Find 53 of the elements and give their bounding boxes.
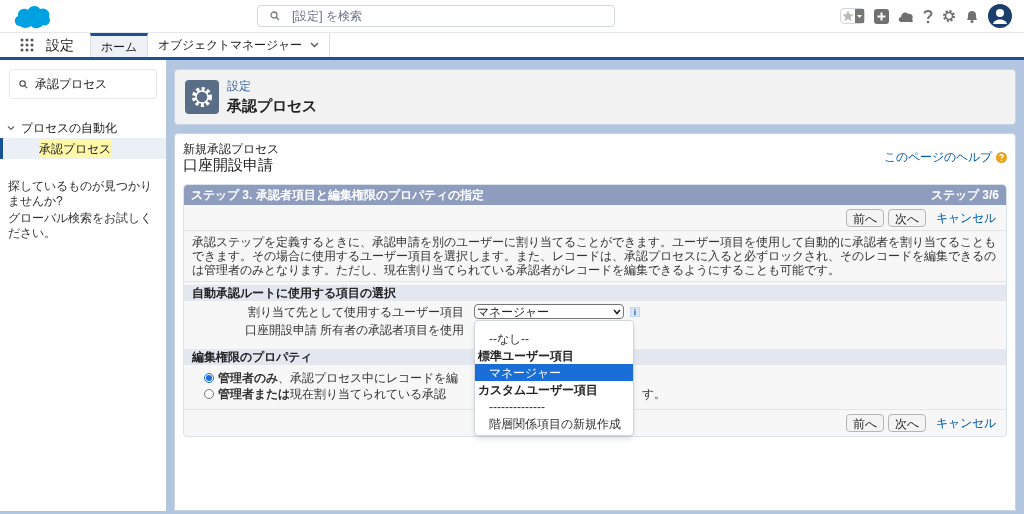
option-label: 口座開設申請 所有者の承認者項目を使用 [243, 321, 465, 339]
cancel-link[interactable]: キャンセル [936, 208, 996, 227]
dropdown-option[interactable]: 階層関係項目の新規作成 [475, 415, 633, 432]
record-title: 口座開設申請 [183, 156, 274, 174]
tree-item[interactable]: 承認プロセス [39, 139, 111, 158]
user-field-select[interactable]: マネージャー [474, 304, 624, 319]
radio-label: す。 [642, 385, 666, 403]
help-text: 探しているものが見つかりませんか? [8, 179, 153, 209]
cancel-link[interactable]: キャンセル [936, 414, 996, 432]
quick-find-field[interactable]: 承認プロセス [9, 69, 157, 99]
nav-button[interactable]: 次へ [888, 414, 926, 432]
nav-button[interactable]: 前へ [846, 208, 884, 227]
option-group-label: カスタムユーザー項目 [477, 381, 599, 398]
radio-label: 管理者のみ、承認プロセス中にレコードを編 [218, 369, 459, 387]
subtitle: 新規承認プロセス [183, 142, 279, 156]
step-title: ステップ 3. 承認者項目と編集権限のプロパティの指定 [191, 187, 484, 204]
star-icon [841, 9, 855, 23]
page-title: 承認プロセス [227, 95, 317, 116]
info-icon[interactable] [630, 306, 640, 317]
app-launcher-icon[interactable] [20, 38, 34, 52]
settings-icon[interactable] [942, 9, 956, 23]
radio-label: 管理者または現在割り当てられている承認 [218, 385, 447, 403]
search-field[interactable]: [設定] を検索 [257, 5, 615, 27]
radio-button[interactable] [204, 388, 214, 399]
help-icon [996, 151, 1007, 163]
dropdown-option[interactable]: --なし-- [475, 330, 633, 347]
nav-tab[interactable]: オブジェクトマネージャー [148, 33, 330, 57]
chevron-icon[interactable] [310, 42, 319, 48]
chevron-icon [613, 308, 621, 315]
gear-icon [185, 80, 219, 114]
app-name: 設定 [46, 35, 74, 55]
section-header: 自動承認ルートに使用する項目の選択 [184, 285, 1006, 301]
caret-icon [855, 9, 864, 23]
option-group-label: 標準ユーザー項目 [477, 347, 575, 364]
field-label: 割り当て先として使用するユーザー項目 [247, 303, 465, 321]
bell-icon[interactable] [965, 8, 979, 24]
dropdown-option[interactable]: マネージャー [475, 364, 633, 381]
dropdown-option[interactable]: -------------- [475, 398, 633, 415]
breadcrumb-link[interactable]: 設定 [227, 76, 317, 95]
help-text: グローバル検索をお試しください。 [8, 211, 153, 241]
nav-button[interactable]: 次へ [888, 208, 926, 227]
step-count: ステップ 3/6 [931, 187, 999, 204]
tree-item[interactable]: プロセスの自動化 [21, 118, 117, 137]
search-icon [270, 11, 280, 21]
help-icon[interactable] [923, 8, 933, 24]
help-link[interactable]: このページのヘルプ [884, 148, 992, 166]
plus-icon[interactable] [874, 8, 889, 24]
favorites-button[interactable] [840, 8, 865, 24]
search-icon [19, 79, 28, 89]
avatar-icon[interactable] [988, 4, 1012, 28]
nav-button[interactable]: 前へ [846, 414, 884, 432]
description-text: 承認ステップを定義するときに、承認申請を別のユーザーに割り当てることができます。ユーザー項目を使用して自動的に承認者を割り当てることもできます。その場合に使用するユーザー項目を選択します。また、レコードは、承認プロセスに入ると必ずロックされ、そのレコードを編集できるのは管理者のみとなります。ただし、現在割り当てられている承認者がレコードを編集できるようにすることも可能です。 [184, 231, 1006, 282]
nav-tab[interactable]: ホーム [90, 33, 148, 57]
